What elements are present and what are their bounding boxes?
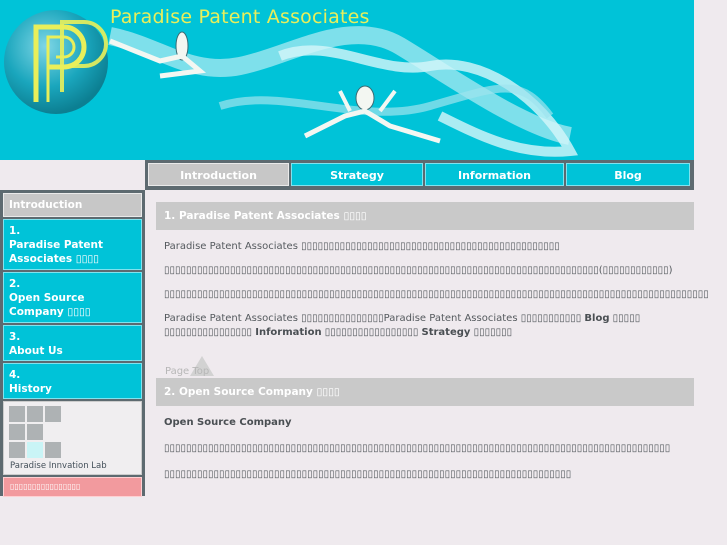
sidebar-item-number: 4. [9, 368, 136, 382]
main-content: 1. Paradise Patent Associates ▯▯▯▯ Parad… [156, 202, 694, 482]
sidebar-item-open-source[interactable]: 2. Open Source Company ▯▯▯▯ [3, 272, 142, 323]
sidebar-item-number: 3. [9, 330, 136, 344]
sidebar-item-label: History [9, 382, 136, 396]
tab-introduction[interactable]: Introduction [148, 163, 289, 186]
sidebar-item-about-us[interactable]: 3. About Us [3, 325, 142, 361]
page-top-link[interactable]: Page Top [164, 356, 694, 386]
sidebar-link-button[interactable]: ▯▯▯▯▯▯▯▯▯▯▯▯▯▯▯▯ [3, 477, 142, 497]
top-nav: Introduction Strategy Information Blog [145, 160, 694, 190]
lab-grid-icon [9, 406, 137, 458]
paragraph: ▯▯▯▯▯▯▯▯▯▯▯▯▯▯▯▯▯▯▯▯▯▯▯▯▯▯▯▯▯▯▯▯▯▯▯▯▯▯▯▯… [156, 468, 694, 482]
paragraph: Paradise Patent Associates ▯▯▯▯▯▯▯▯▯▯▯▯▯… [156, 312, 694, 340]
sidebar-item-label: Open Source Company ▯▯▯▯ [9, 291, 136, 319]
tab-blog[interactable]: Blog [566, 163, 690, 186]
sidebar-item-label: About Us [9, 344, 136, 358]
logo-icon [4, 7, 114, 117]
section-subtitle: Open Source Company [156, 416, 694, 430]
blog-link[interactable]: Blog [584, 313, 609, 324]
paragraph: ▯▯▯▯▯▯▯▯▯▯▯▯▯▯▯▯▯▯▯▯▯▯▯▯▯▯▯▯▯▯▯▯▯▯▯▯▯▯▯▯… [156, 288, 694, 302]
page-top-label: Page Top [165, 366, 209, 377]
strategy-link[interactable]: Strategy [422, 327, 471, 338]
paragraph: Paradise Patent Associates ▯▯▯▯▯▯▯▯▯▯▯▯▯… [156, 240, 694, 254]
paragraph: ▯▯▯▯▯▯▯▯▯▯▯▯▯▯▯▯▯▯▯▯▯▯▯▯▯▯▯▯▯▯▯▯▯▯▯▯▯▯▯▯… [156, 264, 694, 278]
sidebar: Introduction 1. Paradise Patent Associat… [0, 190, 145, 496]
section-heading-1: 1. Paradise Patent Associates ▯▯▯▯ [156, 202, 694, 230]
lab-label: Paradise Innvation Lab [10, 461, 107, 471]
header-banner: Paradise Patent Associates [0, 0, 694, 160]
dancing-figures-illustration [100, 16, 590, 160]
sidebar-item-paradise-patent[interactable]: 1. Paradise Patent Associates ▯▯▯▯ [3, 219, 142, 270]
sidebar-header: Introduction [3, 193, 142, 217]
tab-information[interactable]: Information [425, 163, 564, 186]
paragraph: ▯▯▯▯▯▯▯▯▯▯▯▯▯▯▯▯▯▯▯▯▯▯▯▯▯▯▯▯▯▯▯▯▯▯▯▯▯▯▯▯… [156, 442, 694, 456]
sidebar-item-history[interactable]: 4. History [3, 363, 142, 399]
sidebar-item-number: 1. [9, 224, 136, 238]
innovation-lab-banner[interactable]: Paradise Innvation Lab [3, 401, 142, 475]
tab-strategy[interactable]: Strategy [291, 163, 423, 186]
sidebar-item-label: Paradise Patent Associates ▯▯▯▯ [9, 238, 136, 266]
sidebar-item-number: 2. [9, 277, 136, 291]
information-link[interactable]: Information [255, 327, 321, 338]
